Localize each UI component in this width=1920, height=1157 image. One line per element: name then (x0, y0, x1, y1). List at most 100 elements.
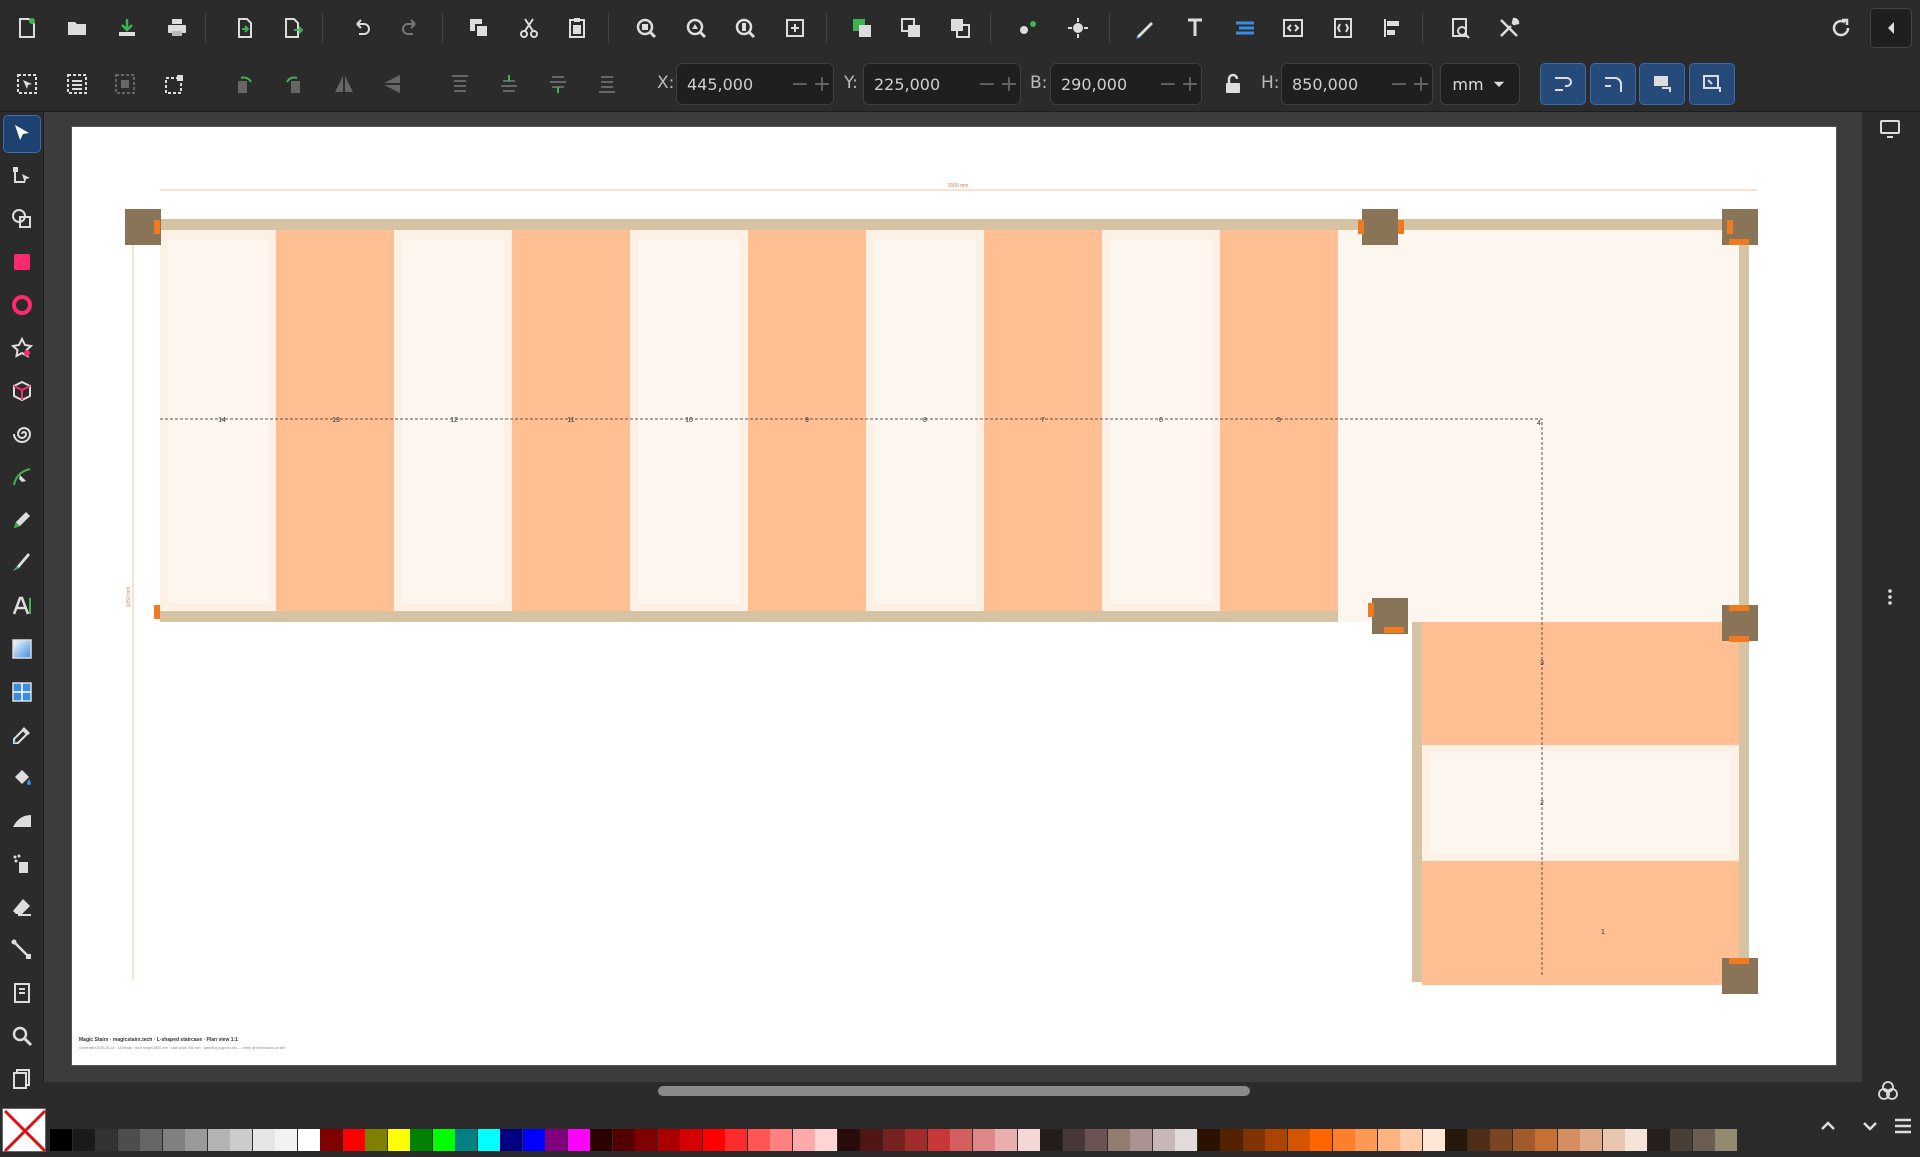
y-value[interactable]: 225,000 (864, 75, 976, 94)
width-decrement-button[interactable]: − (1157, 72, 1179, 97)
color-swatch[interactable] (410, 1129, 432, 1151)
color-swatch[interactable] (1130, 1129, 1152, 1151)
color-swatch[interactable] (1557, 1129, 1580, 1151)
print-button[interactable] (158, 9, 196, 47)
color-swatch[interactable] (635, 1129, 657, 1151)
tool-star[interactable] (3, 329, 41, 367)
group-button[interactable] (843, 9, 881, 47)
color-swatch[interactable] (1422, 1129, 1445, 1151)
ungroup-button[interactable] (892, 9, 930, 47)
tool-eraser[interactable] (3, 888, 41, 926)
color-swatch[interactable] (1625, 1129, 1647, 1151)
color-swatch[interactable] (1535, 1129, 1557, 1151)
tool-node[interactable] (3, 157, 41, 195)
paste-button[interactable] (558, 9, 596, 47)
tool-calligraphy[interactable] (3, 544, 41, 582)
color-swatch[interactable] (95, 1129, 117, 1151)
color-swatch[interactable] (1242, 1129, 1265, 1151)
lower-to-bottom-button[interactable] (588, 65, 626, 103)
color-swatch[interactable] (432, 1129, 455, 1151)
color-swatch[interactable] (1332, 1129, 1355, 1151)
zoom-page-button[interactable] (726, 9, 764, 47)
color-swatch[interactable] (140, 1129, 162, 1151)
color-swatch[interactable] (1377, 1129, 1400, 1151)
color-swatch[interactable] (1197, 1129, 1220, 1151)
tool-pencil[interactable] (3, 501, 41, 539)
xml-pen-button[interactable] (1126, 9, 1164, 47)
height-field[interactable]: 850,000 − + (1281, 63, 1433, 105)
x-field[interactable]: 445,000 − + (676, 63, 834, 105)
canvas[interactable]: 2600 mm 1050 mm 14 13 12 11 10 9 8 7 6 5… (44, 112, 1862, 1082)
sync-button[interactable] (1822, 9, 1860, 47)
rotate-cw-button[interactable] (274, 65, 312, 103)
tool-circle[interactable] (3, 286, 41, 324)
palette-menu-button[interactable] (1886, 1108, 1920, 1144)
cut-button[interactable] (510, 9, 548, 47)
node-snap-button[interactable] (1009, 9, 1047, 47)
tool-spray[interactable] (3, 845, 41, 883)
color-swatch[interactable] (1152, 1129, 1175, 1151)
color-swatch[interactable] (1085, 1129, 1107, 1151)
color-swatch[interactable] (590, 1129, 612, 1151)
color-swatch[interactable] (1400, 1129, 1422, 1151)
color-swatch[interactable] (1490, 1129, 1512, 1151)
color-swatch[interactable] (1175, 1129, 1197, 1151)
document-props-button[interactable] (1441, 9, 1479, 47)
height-increment-button[interactable]: + (1410, 72, 1432, 97)
color-swatch[interactable] (567, 1129, 590, 1151)
palette-scroll-down-button[interactable] (1852, 1108, 1888, 1144)
color-swatch[interactable] (1670, 1129, 1692, 1151)
horizontal-scrollbar[interactable] (658, 1086, 1250, 1096)
color-swatch[interactable] (275, 1129, 297, 1151)
invert-selection-button[interactable] (106, 65, 144, 103)
color-swatch[interactable] (1715, 1129, 1737, 1151)
color-swatch[interactable] (545, 1129, 567, 1151)
xml-editor-button[interactable] (1274, 9, 1312, 47)
deselect-button[interactable] (156, 65, 194, 103)
color-swatch[interactable] (702, 1129, 725, 1151)
raise-to-top-button[interactable] (441, 65, 479, 103)
tool-bezier[interactable] (3, 458, 41, 496)
zoom-center-button[interactable] (776, 9, 814, 47)
zoom-selection-button[interactable] (627, 9, 665, 47)
text-button[interactable] (1176, 9, 1214, 47)
y-increment-button[interactable]: + (998, 72, 1020, 97)
collapse-panel-button[interactable] (1870, 8, 1912, 48)
color-swatch[interactable] (50, 1129, 72, 1151)
color-swatch[interactable] (477, 1129, 500, 1151)
color-swatch[interactable] (365, 1129, 387, 1151)
tool-connector[interactable] (3, 931, 41, 969)
width-increment-button[interactable]: + (1179, 72, 1201, 97)
select-all-button[interactable] (8, 65, 46, 103)
width-value[interactable]: 290,000 (1051, 75, 1157, 94)
document-page[interactable]: 2600 mm 1050 mm 14 13 12 11 10 9 8 7 6 5… (71, 126, 1837, 1066)
objects-button[interactable] (1324, 9, 1362, 47)
color-swatch[interactable] (522, 1129, 545, 1151)
color-swatch[interactable] (1580, 1129, 1602, 1151)
color-swatch[interactable] (185, 1129, 207, 1151)
snap-button[interactable] (1059, 9, 1097, 47)
scale-gradient-button[interactable] (1639, 63, 1685, 105)
tool-rectangle[interactable] (3, 243, 41, 281)
import-button[interactable] (226, 9, 264, 47)
tool-3d-box[interactable] (3, 372, 41, 410)
dock-menu-button[interactable] (1872, 582, 1908, 612)
redo-button[interactable] (392, 9, 430, 47)
color-swatch[interactable] (500, 1129, 522, 1151)
color-swatch[interactable] (1647, 1129, 1670, 1151)
flip-vertical-button[interactable] (373, 65, 411, 103)
color-swatch[interactable] (927, 1129, 950, 1151)
color-swatch[interactable] (792, 1129, 815, 1151)
color-swatch[interactable] (252, 1129, 275, 1151)
color-swatch[interactable] (950, 1129, 972, 1151)
rotate-ccw-button[interactable] (226, 65, 264, 103)
tool-mesh[interactable] (3, 673, 41, 711)
tool-text[interactable] (3, 587, 41, 625)
duplicate-button[interactable] (460, 9, 498, 47)
color-swatch[interactable] (725, 1129, 747, 1151)
staircase-drawing[interactable]: 2600 mm 1050 mm 14 13 12 11 10 9 8 7 6 5… (72, 127, 1838, 1067)
color-swatch[interactable] (207, 1129, 230, 1151)
tool-shape-builder[interactable] (3, 200, 41, 238)
tool-dropper[interactable] (3, 716, 41, 754)
palette-scroll-up-button[interactable] (1810, 1108, 1846, 1144)
